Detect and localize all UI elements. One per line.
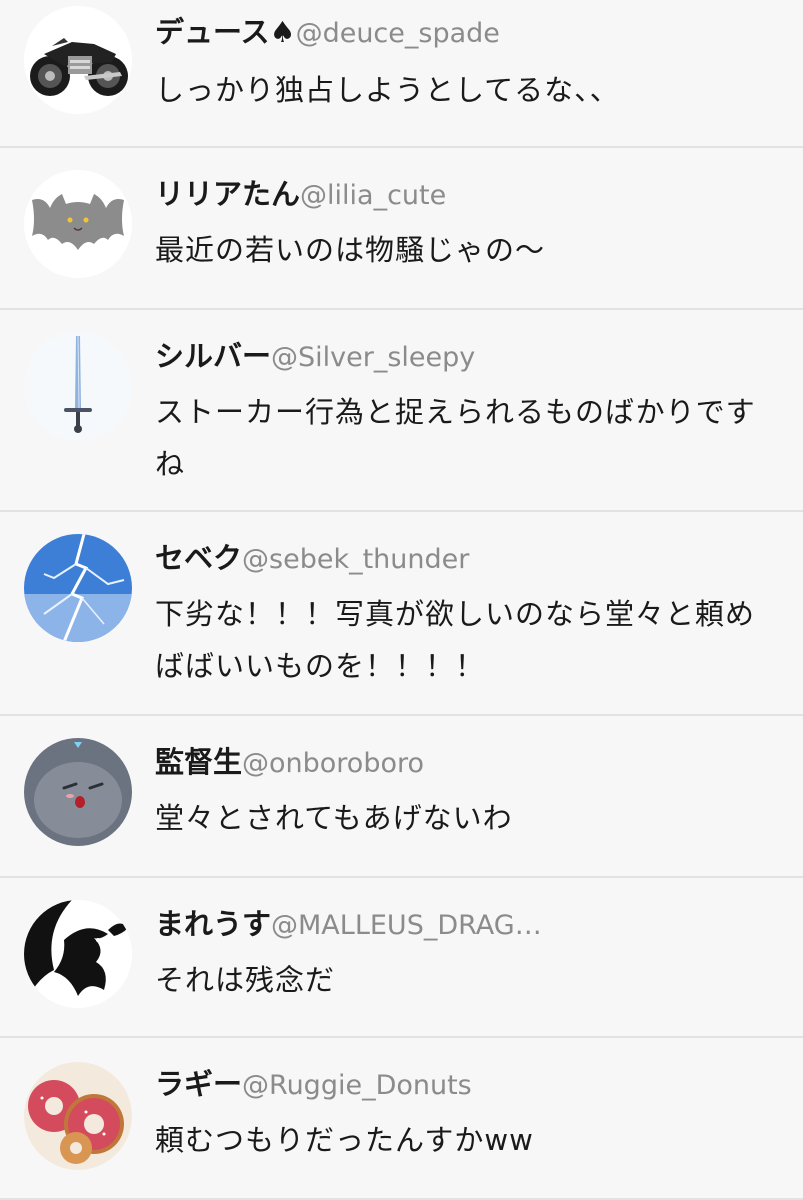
display-name[interactable]: ラギー — [155, 1067, 242, 1101]
user-handle[interactable]: @Silver_sleepy — [271, 342, 475, 373]
lightning-icon — [24, 534, 132, 642]
avatar[interactable] — [24, 900, 132, 1008]
reply-item[interactable]: デュース♠@deuce_spade しっかり独占しようとしてるな、、 — [0, 0, 803, 148]
reply-list: デュース♠@deuce_spade しっかり独占しようとしてるな、、 リリアたん… — [0, 0, 803, 1200]
reply-item[interactable]: ラギー@Ruggie_Donuts 頼むつもりだったんすかww — [0, 1038, 803, 1200]
avatar[interactable] — [24, 738, 132, 846]
reply-text: しっかり独占しようとしてるな、、 — [155, 73, 620, 107]
avatar[interactable] — [24, 6, 132, 114]
user-handle[interactable]: @Ruggie_Donuts — [242, 1070, 472, 1101]
reply-item[interactable]: セベク@sebek_thunder 下劣な！！！写真が欲しいのなら堂々と頼めばば… — [0, 512, 803, 716]
ghost-cat-icon — [24, 738, 132, 846]
display-name[interactable]: 監督生 — [155, 745, 242, 779]
reply-text: 下劣な！！！写真が欲しいのなら堂々と頼めばばいいものを！！！！ — [155, 597, 756, 683]
reply-text: 堂々とされてもあげないわ — [155, 801, 513, 835]
sword-icon — [24, 332, 132, 440]
reply-header: シルバー@Silver_sleepy — [155, 338, 475, 379]
display-name[interactable]: デュース♠ — [155, 15, 296, 49]
donuts-icon — [24, 1062, 132, 1170]
avatar[interactable] — [24, 1062, 132, 1170]
reply-item[interactable]: 監督生@onboroboro 堂々とされてもあげないわ — [0, 716, 803, 878]
user-handle[interactable]: @MALLEUS_DRAG… — [271, 910, 542, 941]
reply-header: 監督生@onboroboro — [155, 744, 424, 785]
reply-header: セベク@sebek_thunder — [155, 540, 469, 581]
avatar[interactable] — [24, 534, 132, 642]
display-name[interactable]: セベク — [155, 541, 242, 575]
reply-header: まれうす@MALLEUS_DRAG… — [155, 906, 542, 947]
motorcycle-icon — [24, 6, 132, 114]
reply-item[interactable]: まれうす@MALLEUS_DRAG… それは残念だ — [0, 878, 803, 1038]
reply-header: デュース♠@deuce_spade — [155, 14, 500, 55]
avatar[interactable] — [24, 332, 132, 440]
user-handle[interactable]: @lilia_cute — [300, 180, 446, 211]
reply-header: リリアたん@lilia_cute — [155, 176, 446, 217]
reply-text: 最近の若いのは物騒じゃの〜 — [155, 233, 546, 267]
dragon-icon — [24, 900, 132, 1008]
user-handle[interactable]: @sebek_thunder — [242, 544, 469, 575]
bat-icon — [24, 170, 132, 278]
reply-item[interactable]: シルバー@Silver_sleepy ストーカー行為と捉えられるものばかりですね — [0, 310, 803, 512]
display-name[interactable]: リリアたん — [155, 177, 300, 211]
avatar[interactable] — [24, 170, 132, 278]
user-handle[interactable]: @onboroboro — [242, 748, 424, 779]
reply-item[interactable]: リリアたん@lilia_cute 最近の若いのは物騒じゃの〜 — [0, 148, 803, 310]
display-name[interactable]: シルバー — [155, 339, 271, 373]
display-name[interactable]: まれうす — [155, 907, 271, 941]
user-handle[interactable]: @deuce_spade — [296, 18, 500, 49]
reply-text: ストーカー行為と捉えられるものばかりですね — [155, 395, 756, 481]
reply-text: それは残念だ — [155, 963, 336, 997]
reply-header: ラギー@Ruggie_Donuts — [155, 1066, 472, 1107]
reply-text: 頼むつもりだったんすかww — [155, 1123, 534, 1157]
